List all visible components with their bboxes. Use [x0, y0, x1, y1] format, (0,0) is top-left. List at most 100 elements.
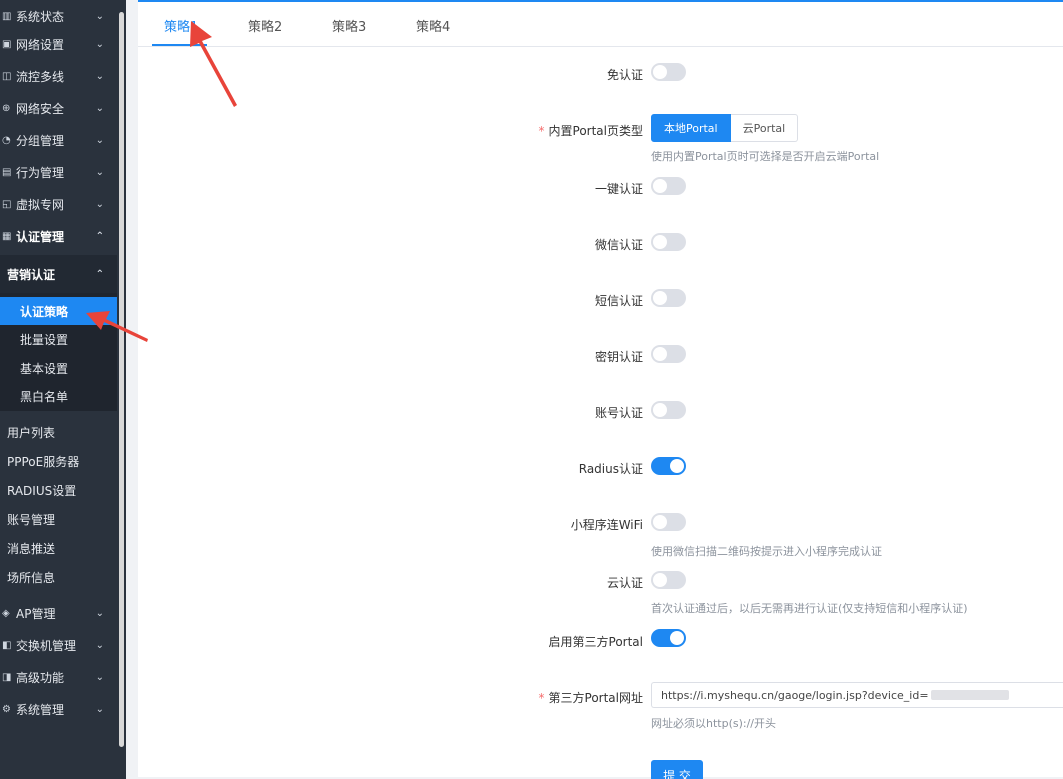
cloud-portal-button[interactable]: 云Portal [730, 114, 799, 142]
chevron-down-icon: ⌄ [95, 70, 104, 82]
miniprogram-wifi-hint: 使用微信扫描二维码按提示进入小程序完成认证 [651, 545, 882, 558]
switch-knob [653, 179, 667, 193]
tab-policy-2[interactable]: 策略2 [248, 16, 282, 35]
auth-icon: ▦ [2, 230, 12, 242]
sidebar-item-behavior-management[interactable]: ▤ 行为管理 ⌄ [0, 156, 118, 188]
sub-item-label: 认证策略 [20, 304, 69, 319]
sidebar-item-pppoe-server[interactable]: PPPoE服务器 [0, 447, 118, 475]
sidebar-item-network-security[interactable]: ⊕ 网络安全 ⌄ [0, 92, 118, 124]
tab-policy-4[interactable]: 策略4 [416, 16, 450, 35]
wechat-auth-switch[interactable] [651, 233, 686, 251]
arrow-shape [190, 21, 237, 107]
submenu-marketing-auth[interactable]: 营销认证 ⌃ [0, 255, 118, 293]
third-party-portal-label: 启用第三方Portal [548, 635, 643, 649]
switch-knob [670, 631, 684, 645]
tab-policy-3[interactable]: 策略3 [332, 16, 366, 35]
sidebar-item-label: AP管理 [16, 606, 56, 621]
url-input-value: https://i.myshequ.cn/gaoge/login.jsp?dev… [661, 688, 929, 702]
sidebar: ▥ 系统状态 ⌄ ▣ 网络设置 ⌄ ◫ 流控多线 ⌄ ⊕ 网络安全 ⌄ ◔ 分组… [0, 0, 118, 779]
account-auth-switch[interactable] [651, 401, 686, 419]
sidebar-item-flow-control[interactable]: ◫ 流控多线 ⌄ [0, 60, 118, 92]
sidebar-item-label: 系统状态 [16, 9, 65, 24]
switch-knob [653, 515, 667, 529]
third-party-url-label: * 第三方Portal网址 [539, 689, 643, 706]
plain-item-label: PPPoE服务器 [7, 454, 80, 469]
sidebar-item-radius-settings[interactable]: RADIUS设置 [0, 476, 118, 504]
chevron-down-icon: ⌄ [95, 671, 104, 683]
radius-auth-switch[interactable] [651, 457, 686, 475]
sidebar-item-switch-management[interactable]: ◧ 交换机管理 ⌄ [0, 629, 118, 661]
sidebar-item-label: 交换机管理 [16, 638, 77, 653]
third-party-url-hint: 网址必须以http(s)://开头 [651, 717, 777, 730]
chevron-up-icon: ⌃ [95, 268, 104, 280]
chevron-down-icon: ⌄ [95, 102, 104, 114]
sidebar-item-ap-management[interactable]: ◈ AP管理 ⌄ [0, 597, 118, 629]
sidebar-item-label: 虚拟专网 [16, 197, 65, 212]
switch-knob [653, 235, 667, 249]
required-asterisk: * [538, 124, 545, 138]
plain-item-label: 账号管理 [7, 512, 56, 527]
sidebar-item-message-push[interactable]: 消息推送 [0, 534, 118, 562]
switch-knob [653, 573, 667, 587]
sidebar-item-system-management[interactable]: ⚙ 系统管理 ⌄ [0, 693, 118, 725]
sidebar-item-label: 流控多线 [16, 69, 65, 84]
sidebar-item-blackwhite-list[interactable]: 黑白名单 [0, 382, 118, 410]
chevron-down-icon: ⌄ [95, 703, 104, 715]
sidebar-item-label: 网络设置 [16, 37, 65, 52]
sidebar-item-vpn[interactable]: ◱ 虚拟专网 ⌄ [0, 188, 118, 220]
no-auth-switch[interactable] [651, 63, 686, 81]
submit-button[interactable]: 提 交 [651, 760, 703, 779]
sidebar-item-advanced[interactable]: ◨ 高级功能 ⌄ [0, 661, 118, 693]
sidebar-item-basic-settings[interactable]: 基本设置 [0, 354, 118, 382]
chevron-down-icon: ⌄ [95, 166, 104, 178]
sub-item-label: 黑白名单 [20, 389, 69, 404]
shield-icon: ⊕ [2, 102, 11, 114]
switch-knob [653, 347, 667, 361]
sidebar-scrollbar-thumb[interactable] [119, 12, 124, 747]
chevron-down-icon: ⌄ [95, 134, 104, 146]
plain-item-label: 消息推送 [7, 541, 56, 556]
chevron-down-icon: ⌄ [95, 607, 104, 619]
behavior-icon: ▤ [2, 166, 12, 178]
redacted-blur [930, 690, 1009, 700]
one-click-auth-switch[interactable] [651, 177, 686, 195]
portal-type-label-text: 内置Portal页类型 [548, 124, 643, 138]
miniprogram-wifi-label: 小程序连WiFi [570, 518, 643, 532]
policy-tabs: 策略1 策略2 策略3 策略4 [138, 2, 1063, 47]
one-click-auth-label: 一键认证 [594, 182, 643, 196]
switch-knob [653, 403, 667, 417]
no-auth-label: 免认证 [606, 68, 643, 82]
sidebar-item-user-list[interactable]: 用户列表 [0, 418, 118, 446]
sidebar-item-network-settings[interactable]: ▣ 网络设置 ⌄ [0, 28, 118, 60]
plain-item-label: 用户列表 [7, 425, 56, 440]
arrow-annotation-menu [86, 311, 148, 342]
sidebar-item-label: 分组管理 [16, 133, 65, 148]
main-panel: 策略1 策略2 策略3 策略4 免认证 * 内置Portal页类型 本地Porta… [138, 0, 1063, 779]
third-party-portal-switch[interactable] [651, 629, 686, 647]
portal-type-label: * 内置Portal页类型 [539, 122, 643, 139]
wechat-auth-label: 微信认证 [594, 238, 643, 252]
switch-knob [653, 291, 667, 305]
sidebar-item-account-management[interactable]: 账号管理 [0, 505, 118, 533]
gear-icon: ⚙ [2, 703, 11, 715]
cloud-auth-switch[interactable] [651, 571, 686, 589]
sidebar-item-label: 认证管理 [16, 229, 65, 244]
sidebar-item-group-management[interactable]: ◔ 分组管理 ⌄ [0, 124, 118, 156]
group-icon: ◔ [2, 134, 11, 146]
sms-auth-switch[interactable] [651, 289, 686, 307]
key-auth-switch[interactable] [651, 345, 686, 363]
submenu-label: 营销认证 [7, 267, 56, 282]
switch-knob [670, 459, 684, 473]
switch-knob [653, 65, 667, 79]
plain-item-label: RADIUS设置 [7, 483, 77, 498]
sidebar-item-venue-info[interactable]: 场所信息 [0, 563, 118, 591]
sidebar-item-auth-management[interactable]: ▦ 认证管理 ⌃ [0, 220, 118, 252]
local-portal-button[interactable]: 本地Portal [651, 114, 731, 142]
miniprogram-wifi-switch[interactable] [651, 513, 686, 531]
vpn-icon: ◱ [2, 198, 12, 210]
sub-item-label: 基本设置 [20, 361, 69, 376]
switch-icon: ◧ [2, 639, 12, 651]
sidebar-item-label: 系统管理 [16, 702, 65, 717]
flow-icon: ◫ [2, 70, 12, 82]
third-party-url-input[interactable]: https://i.myshequ.cn/gaoge/login.jsp?dev… [651, 682, 1063, 708]
